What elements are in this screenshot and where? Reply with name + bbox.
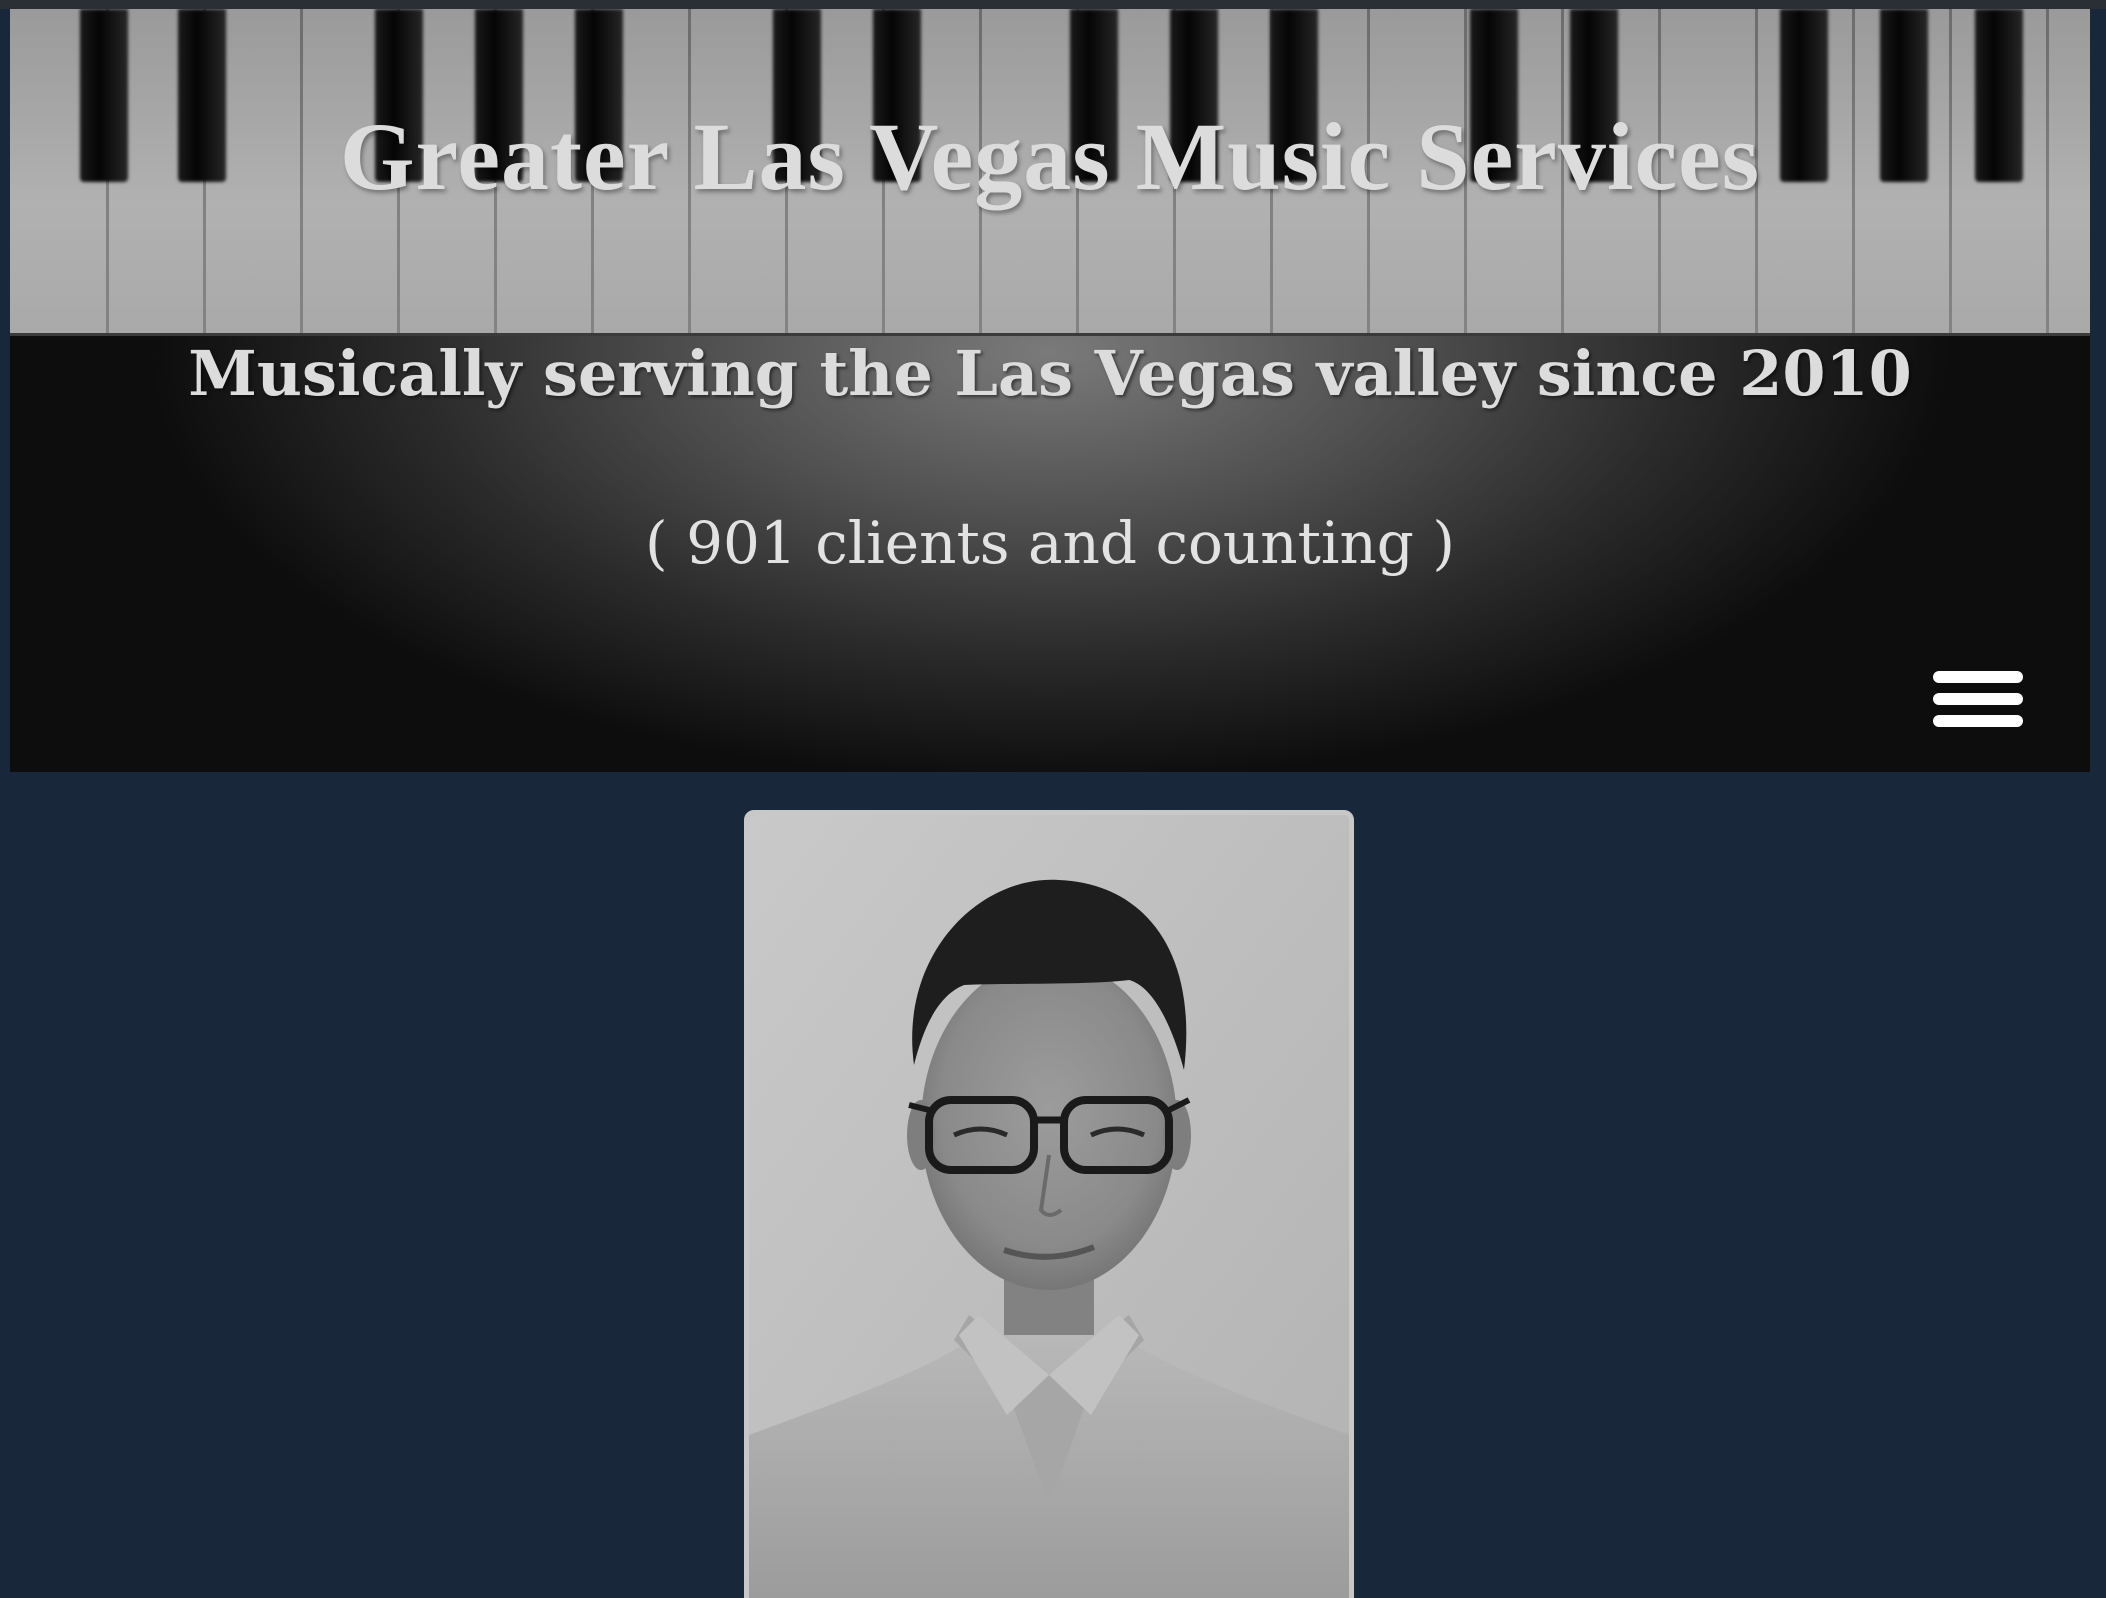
page: Greater Las Vegas Music Services Musical… [0, 0, 2106, 1598]
site-title[interactable]: Greater Las Vegas Music Services [10, 101, 2090, 212]
hamburger-menu-icon[interactable] [1925, 659, 2025, 739]
browser-top-edge [0, 0, 2106, 9]
site-tagline: Musically serving the Las Vegas valley s… [188, 337, 1912, 410]
client-count-text: ( 901 clients and counting ) [645, 509, 1455, 577]
portrait-frame [744, 810, 1354, 1598]
site-header: Greater Las Vegas Music Services Musical… [10, 9, 2090, 772]
headshot-photo [749, 815, 1349, 1598]
